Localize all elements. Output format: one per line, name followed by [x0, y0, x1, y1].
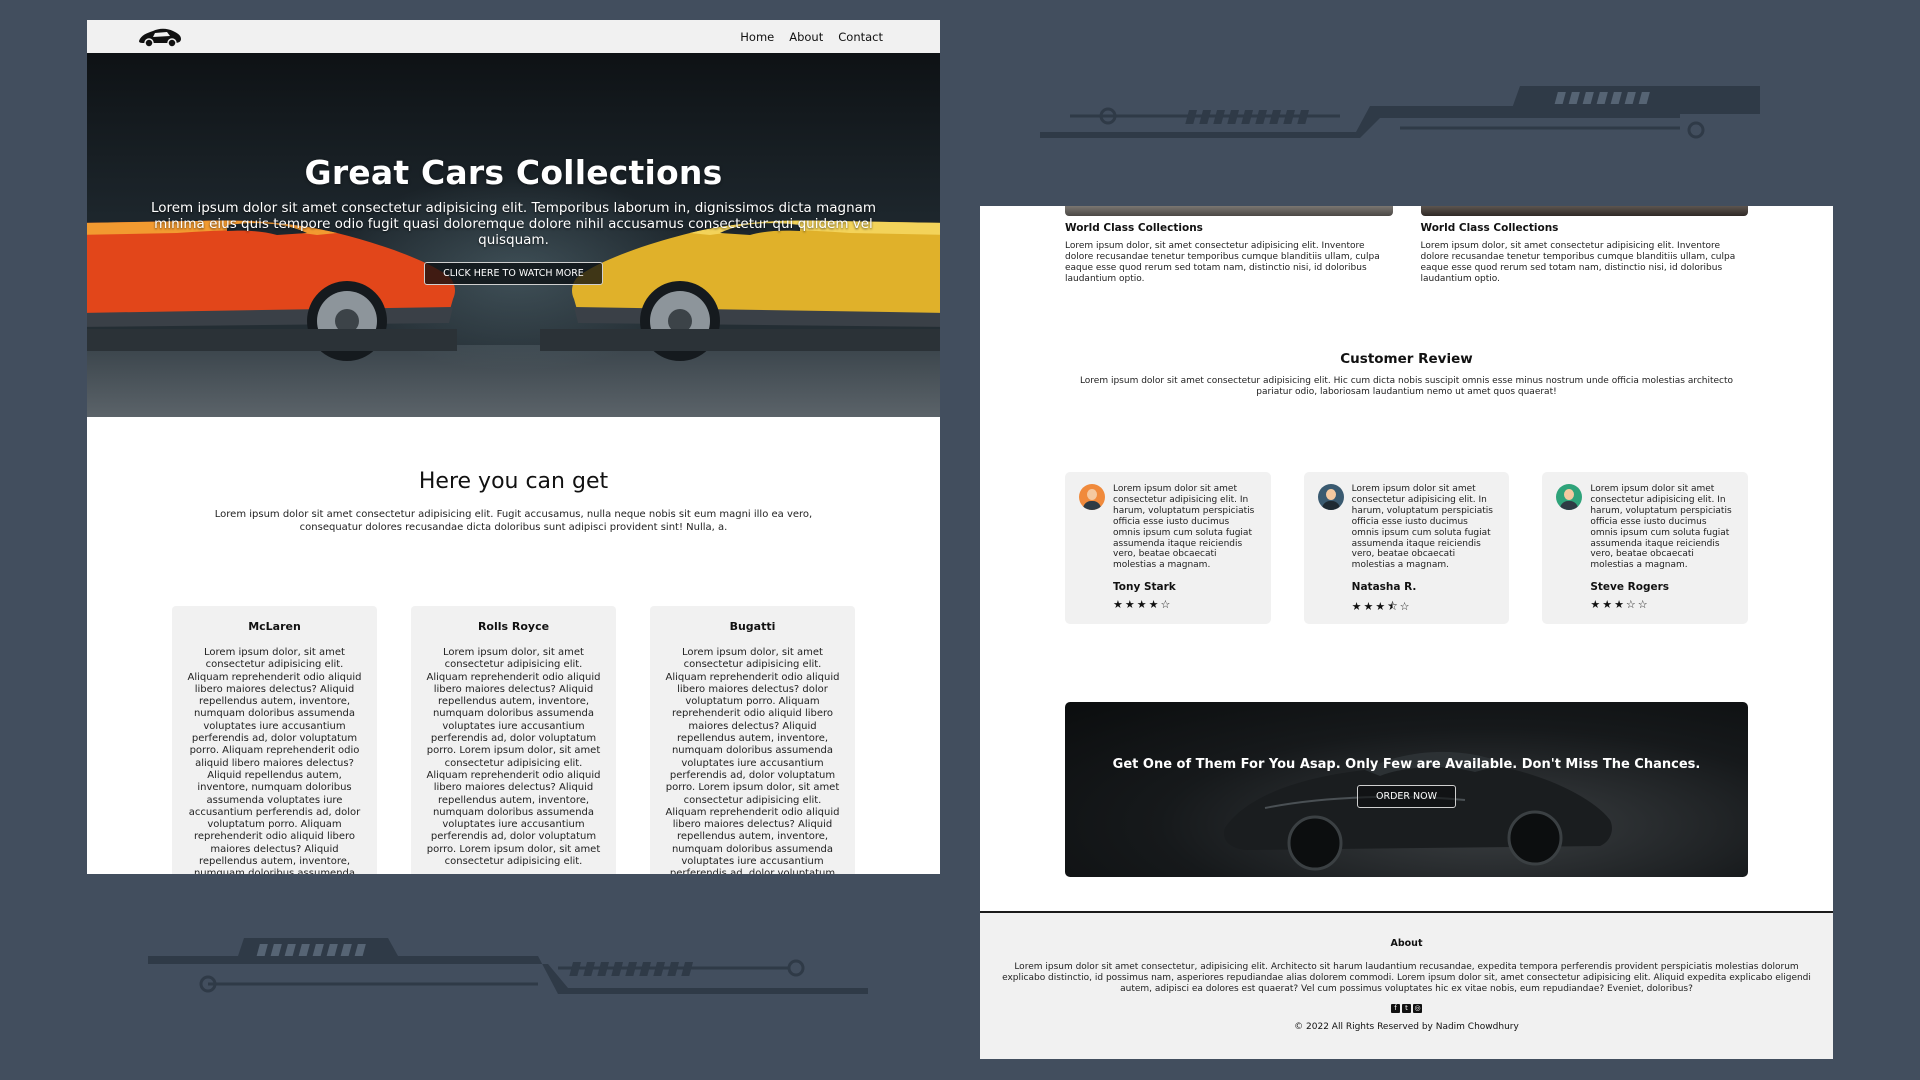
- review-quote: Lorem ipsum dolor sit amet consectetur a…: [1351, 484, 1493, 571]
- footer-title: About: [1390, 938, 1423, 949]
- collection-image: [1420, 206, 1748, 216]
- footer: About Lorem ipsum dolor sit amet consect…: [980, 911, 1833, 1059]
- brand-name: Rolls Royce: [477, 620, 550, 633]
- collection-image: [1065, 206, 1393, 216]
- twitter-icon[interactable]: t: [1402, 1004, 1411, 1013]
- footer-description: Lorem ipsum dolor sit amet consectetur, …: [1002, 962, 1811, 994]
- review-card: Lorem ipsum dolor sit amet consectetur a…: [1542, 472, 1749, 624]
- review-title: Customer Review: [1340, 351, 1473, 367]
- review-card: Lorem ipsum dolor sit amet consectetur a…: [1065, 472, 1271, 624]
- features-section: Here you can get Lorem ipsum dolor sit a…: [87, 417, 940, 874]
- brand-name: Bugatti: [729, 620, 776, 633]
- reviewer-name: Steve Rogers: [1590, 581, 1670, 594]
- reviewer-name: Tony Stark: [1113, 581, 1176, 594]
- instagram-icon[interactable]: ◎: [1413, 1004, 1422, 1013]
- copyright-text: © 2022 All Rights Reserved by Nadim Chow…: [1294, 1022, 1519, 1032]
- collections-row: World Class Collections Lorem ipsum dolo…: [980, 206, 1833, 285]
- brand-description: Lorem ipsum dolor, sit amet consectetur …: [426, 647, 601, 868]
- collection-description: Lorem ipsum dolor, sit amet consectetur …: [1065, 241, 1380, 284]
- nav-home-link[interactable]: Home: [740, 30, 774, 44]
- review-quote: Lorem ipsum dolor sit amet consectetur a…: [1590, 484, 1732, 571]
- brand-card-rolls-royce: Rolls Royce Lorem ipsum dolor, sit amet …: [411, 606, 616, 874]
- brand-cards: McLaren Lorem ipsum dolor, sit amet cons…: [87, 606, 940, 874]
- watch-more-button[interactable]: CLICK HERE TO WATCH MORE: [424, 262, 603, 285]
- brand-card-bugatti: Bugatti Lorem ipsum dolor, sit amet cons…: [650, 606, 855, 874]
- star-rating: ★★★☆☆: [1590, 598, 1650, 612]
- social-links: f t ◎: [980, 1004, 1833, 1013]
- star-rating: ★★★⯪☆: [1351, 600, 1412, 614]
- review-card: Lorem ipsum dolor sit amet consectetur a…: [1303, 472, 1510, 624]
- hero-section: Great Cars Collections Lorem ipsum dolor…: [87, 53, 940, 417]
- features-description: Lorem ipsum dolor sit amet consectetur a…: [214, 509, 813, 533]
- order-banner: Get One of Them For You Asap. Only Few a…: [1065, 702, 1748, 877]
- nav-about-link[interactable]: About: [789, 30, 823, 44]
- banner-text: Get One of Them For You Asap. Only Few a…: [1112, 757, 1701, 772]
- collection-card: World Class Collections Lorem ipsum dolo…: [1065, 206, 1393, 285]
- brand-card-mclaren: McLaren Lorem ipsum dolor, sit amet cons…: [172, 606, 377, 874]
- avatar: [1556, 484, 1583, 510]
- star-rating: ★★★★☆: [1113, 598, 1173, 612]
- facebook-icon[interactable]: f: [1391, 1004, 1400, 1013]
- avatar: [1317, 484, 1344, 510]
- nav-links: Home About Contact: [740, 30, 883, 44]
- circuit-decoration-bottom: [148, 936, 868, 1000]
- hero-description: Lorem ipsum dolor sit amet consectetur a…: [150, 200, 877, 248]
- collection-description: Lorem ipsum dolor, sit amet consectetur …: [1420, 241, 1736, 284]
- brand-name: McLaren: [248, 620, 301, 633]
- order-now-button[interactable]: ORDER NOW: [1357, 785, 1456, 808]
- navbar: Home About Contact: [87, 20, 940, 53]
- review-description: Lorem ipsum dolor sit amet consectetur a…: [1079, 376, 1734, 397]
- website-preview-bottom: World Class Collections Lorem ipsum dolo…: [980, 206, 1833, 1059]
- features-title: Here you can get: [418, 469, 609, 494]
- collection-title: World Class Collections: [1420, 222, 1559, 234]
- avatar: [1079, 484, 1105, 510]
- circuit-decoration-top: [1040, 84, 1760, 144]
- website-preview-top: Home About Contact Great Cars Collection…: [87, 20, 940, 874]
- hero-title: Great Cars Collections: [304, 153, 723, 192]
- review-section: Customer Review Lorem ipsum dolor sit am…: [980, 351, 1833, 398]
- nav-contact-link[interactable]: Contact: [838, 30, 883, 44]
- brand-description: Lorem ipsum dolor, sit amet consectetur …: [187, 647, 362, 874]
- collection-card: World Class Collections Lorem ipsum dolo…: [1420, 206, 1748, 285]
- car-logo-icon[interactable]: [137, 24, 183, 50]
- review-cards: Lorem ipsum dolor sit amet consectetur a…: [980, 472, 1833, 624]
- reviewer-name: Natasha R.: [1351, 581, 1417, 594]
- collection-title: World Class Collections: [1065, 222, 1203, 234]
- review-quote: Lorem ipsum dolor sit amet consectetur a…: [1113, 484, 1255, 571]
- brand-description: Lorem ipsum dolor, sit amet consectetur …: [665, 647, 840, 874]
